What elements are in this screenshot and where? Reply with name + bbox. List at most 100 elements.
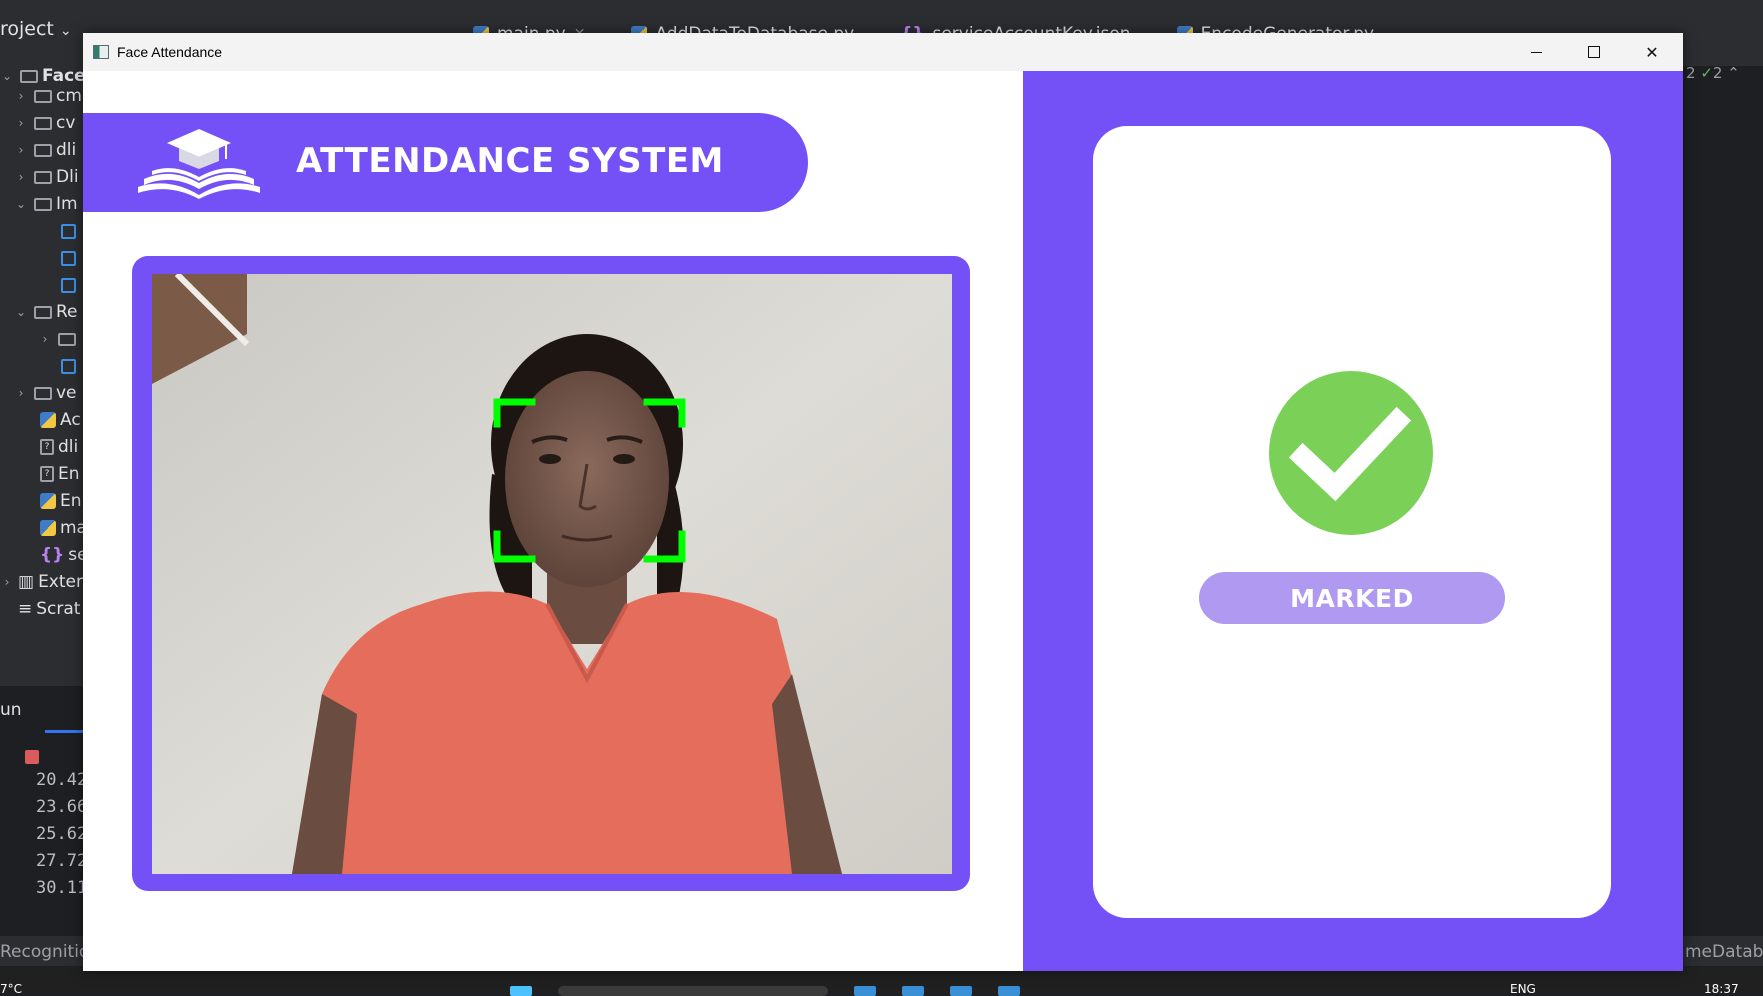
- project-label: roject: [0, 18, 54, 40]
- taskbar-search[interactable]: [558, 986, 828, 996]
- console-line: 30.11: [36, 878, 88, 898]
- tree-item[interactable]: › ve: [14, 380, 77, 406]
- tree-item[interactable]: › dli: [14, 137, 77, 163]
- image-file-icon: [61, 250, 76, 266]
- console-line: 25.62: [36, 824, 88, 844]
- webcam-feed: [152, 274, 952, 874]
- tree-item[interactable]: {} se: [34, 542, 83, 568]
- tree-item[interactable]: › cv: [14, 110, 76, 136]
- folder-icon: [34, 197, 52, 211]
- console-line: 20.42: [36, 770, 88, 790]
- tree-item[interactable]: [55, 353, 80, 379]
- tree-item-label: En: [60, 491, 82, 511]
- project-view-selector[interactable]: roject ⌄: [0, 18, 72, 40]
- tree-item[interactable]: En: [34, 488, 82, 514]
- status-badge: MARKED: [1199, 572, 1505, 624]
- window-titlebar[interactable]: Face Attendance ✕: [83, 33, 1683, 71]
- minimize-icon: [1530, 51, 1542, 53]
- chevron-right-icon: ›: [18, 386, 24, 400]
- tree-item[interactable]: ? dli: [34, 434, 78, 460]
- tree-item[interactable]: ma: [34, 515, 83, 541]
- chevron-up-icon[interactable]: ⌃: [1727, 64, 1740, 82]
- tree-item-label: se: [68, 545, 83, 565]
- console-line: 23.66: [36, 797, 88, 817]
- tree-item-label: ma: [60, 518, 83, 538]
- run-tab-indicator: [45, 730, 83, 733]
- tree-item[interactable]: ⌄ Re: [14, 299, 78, 325]
- tree-item-label: cm: [56, 86, 82, 106]
- python-icon: [40, 520, 56, 536]
- check-icon: ✓: [1700, 64, 1713, 82]
- unknown-file-icon: ?: [40, 466, 54, 482]
- python-icon: [40, 493, 56, 509]
- taskbar-app-icon[interactable]: [950, 986, 972, 996]
- tree-item[interactable]: › Dli: [14, 164, 79, 190]
- folder-icon: [34, 116, 52, 130]
- chevron-right-icon: ›: [42, 332, 48, 346]
- tree-item-label: En: [58, 464, 80, 484]
- json-icon: {}: [40, 545, 65, 565]
- taskbar-app-icon[interactable]: [998, 986, 1020, 996]
- python-icon: [40, 412, 56, 428]
- chevron-down-icon: ⌄: [15, 305, 27, 319]
- tree-item[interactable]: ›: [38, 326, 80, 352]
- library-icon: ▥: [18, 572, 35, 592]
- tree-item[interactable]: ≡ Scrat: [14, 596, 80, 622]
- run-tab[interactable]: un: [0, 700, 22, 720]
- app-window-icon: [93, 45, 109, 59]
- tree-item-label: cv: [56, 113, 76, 133]
- folder-icon: [34, 89, 52, 103]
- status-panel: MARKED: [1023, 71, 1683, 971]
- camera-frame: [132, 256, 970, 891]
- windows-start-icon[interactable]: [510, 986, 532, 996]
- close-button[interactable]: ✕: [1623, 33, 1681, 71]
- chevron-down-icon: ⌄: [1, 69, 13, 83]
- chevron-right-icon: ›: [18, 143, 24, 157]
- status-breadcrumb-right[interactable]: meDatabas: [1685, 942, 1763, 962]
- tree-item[interactable]: › cm: [14, 83, 82, 109]
- stop-icon[interactable]: [25, 750, 39, 764]
- check-count: 2: [1712, 64, 1723, 82]
- folder-icon: [34, 170, 52, 184]
- tree-item[interactable]: [55, 272, 80, 298]
- chevron-right-icon: ›: [4, 575, 10, 589]
- tree-item[interactable]: ⌄ Im: [14, 191, 78, 217]
- tree-item[interactable]: › ▥ Exter: [0, 569, 83, 595]
- inspection-widget[interactable]: 2 ✓2 ⌃: [1686, 64, 1740, 82]
- maximize-icon: [1588, 46, 1600, 58]
- graduation-cap-book-icon: [136, 127, 263, 199]
- tree-item-label: dli: [56, 140, 77, 160]
- tree-item-label: dli: [58, 437, 79, 457]
- tree-item[interactable]: Ac: [34, 407, 81, 433]
- console-line: 27.72: [36, 851, 88, 871]
- tree-item[interactable]: [55, 218, 80, 244]
- folder-icon: [58, 332, 76, 346]
- tree-item[interactable]: ? En: [34, 461, 80, 487]
- close-icon: ✕: [1645, 42, 1659, 62]
- tree-item-label: Exter: [38, 572, 83, 592]
- window-title: Face Attendance: [117, 44, 223, 60]
- tree-item-label: Dli: [56, 167, 79, 187]
- taskbar-apps: [510, 986, 1020, 996]
- image-file-icon: [61, 277, 76, 293]
- tree-item-label: Im: [56, 194, 78, 214]
- chevron-right-icon: ›: [18, 89, 24, 103]
- unknown-file-icon: ?: [40, 439, 54, 455]
- editor-right-gutter: [1683, 66, 1763, 686]
- tree-item[interactable]: [55, 245, 80, 271]
- maximize-button[interactable]: [1565, 33, 1623, 71]
- tree-item-label: Re: [56, 302, 78, 322]
- image-file-icon: [61, 223, 76, 239]
- project-tree: ⌄ Face › cm › cv › dli › Dli ⌄ Im ⌄ Re › › ve Ac…: [0, 66, 83, 686]
- tree-item-label: Ac: [60, 410, 81, 430]
- taskbar-app-icon[interactable]: [854, 986, 876, 996]
- folder-icon: [34, 143, 52, 157]
- check-circle-icon: [1269, 371, 1433, 535]
- taskbar-app-icon[interactable]: [902, 986, 924, 996]
- scratches-icon: ≡: [18, 599, 33, 619]
- chevron-right-icon: ›: [18, 116, 24, 130]
- tree-item-label: Scrat: [36, 599, 81, 619]
- header-banner: ATTENDANCE SYSTEM: [83, 113, 808, 212]
- minimize-button[interactable]: [1507, 33, 1565, 71]
- folder-icon: [34, 386, 52, 400]
